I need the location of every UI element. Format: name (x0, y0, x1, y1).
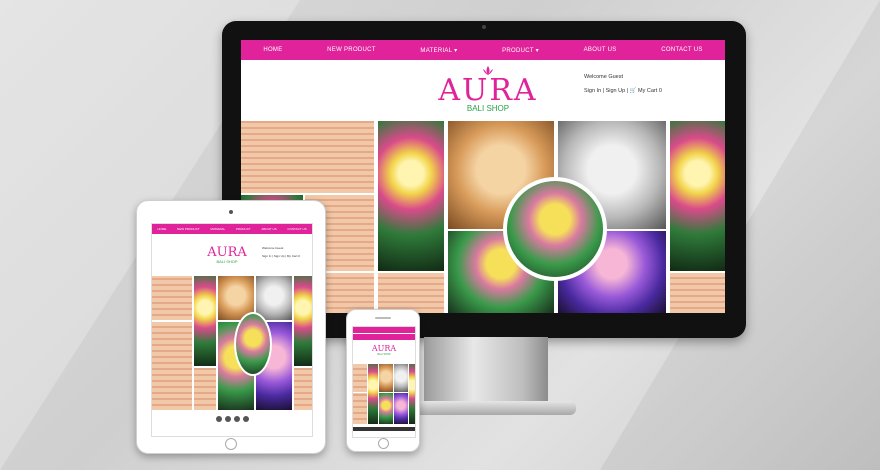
phone-nav[interactable] (353, 327, 415, 333)
product-image[interactable] (670, 121, 725, 271)
product-image[interactable] (256, 276, 292, 320)
tablet-nav-item[interactable]: PRODUCT (236, 227, 251, 231)
instagram-icon[interactable] (242, 416, 249, 422)
monitor-stand (424, 337, 548, 405)
lotus-icon (483, 66, 493, 75)
product-image[interactable] (294, 276, 312, 366)
product-image[interactable] (353, 364, 367, 392)
product-image[interactable] (379, 393, 393, 424)
tablet-welcome: Welcome Guest (262, 246, 284, 250)
product-image[interactable] (194, 276, 216, 366)
tablet-device: HOME NEW PRODUCT MATERIAL PRODUCT ABOUT … (136, 200, 326, 454)
nav-contact-us[interactable]: CONTACT US (661, 47, 702, 53)
nav-new-product[interactable]: NEW PRODUCT (327, 47, 376, 53)
site-logo[interactable]: AURA BALI SHOP (433, 66, 543, 116)
welcome-text: Welcome Guest (584, 74, 624, 80)
twitter-icon[interactable] (224, 416, 231, 422)
phone-speaker (375, 317, 391, 319)
phone-gallery (353, 364, 415, 424)
product-image[interactable] (379, 364, 393, 392)
tablet-nav-item[interactable]: MATERIAL (210, 227, 225, 231)
logo-text: AURA (438, 73, 538, 108)
tablet-logo[interactable]: AURA BALI SHOP (207, 240, 247, 264)
phone-footer-bar (353, 427, 415, 431)
webcam (482, 25, 486, 29)
phone-screen: AURA BALI SHOP (352, 326, 416, 438)
phone-logo-subtext: BALI SHOP (377, 353, 391, 356)
product-image[interactable] (378, 121, 444, 271)
product-image[interactable] (294, 368, 312, 410)
main-nav: HOME NEW PRODUCT MATERIAL ▾ PRODUCT ▾ AB… (241, 40, 725, 60)
phone-home-button[interactable] (378, 438, 389, 449)
nav-home[interactable]: HOME (263, 47, 282, 53)
nav-product[interactable]: PRODUCT ▾ (502, 47, 539, 54)
tablet-nav: HOME NEW PRODUCT MATERIAL PRODUCT ABOUT … (152, 224, 312, 234)
site-header: AURA BALI SHOP Welcome Guest Sign In | S… (241, 60, 725, 121)
featured-product-circle[interactable] (234, 312, 272, 376)
product-image[interactable] (670, 273, 725, 313)
product-image[interactable] (409, 364, 415, 424)
nav-material[interactable]: MATERIAL ▾ (420, 47, 457, 54)
phone-logo-text: AURA (371, 344, 397, 353)
tablet-nav-item[interactable]: HOME (157, 227, 166, 231)
phone-nav[interactable] (353, 334, 415, 340)
tablet-nav-item[interactable]: CONTACT US (287, 227, 306, 231)
product-image[interactable] (394, 364, 408, 392)
account-links[interactable]: Sign In | Sign Up | 🛒 My Cart 0 (584, 88, 662, 94)
product-image[interactable] (194, 368, 216, 410)
product-image[interactable] (353, 393, 367, 424)
nav-about-us[interactable]: ABOUT US (584, 47, 617, 53)
tablet-screen: HOME NEW PRODUCT MATERIAL PRODUCT ABOUT … (151, 223, 313, 437)
social-icons (152, 416, 312, 422)
monitor-base (396, 401, 576, 415)
product-image[interactable] (368, 364, 378, 424)
tablet-header: AURA BALI SHOP Welcome Guest Sign In | S… (152, 234, 312, 276)
phone-logo[interactable]: AURA BALI SHOP (353, 344, 415, 364)
product-image[interactable] (152, 276, 192, 320)
tablet-logo-text: AURA (207, 245, 247, 260)
product-image[interactable] (241, 121, 374, 193)
facebook-icon[interactable] (215, 416, 222, 422)
phone-device: AURA BALI SHOP (346, 309, 420, 452)
tablet-nav-item[interactable]: NEW PRODUCT (177, 227, 200, 231)
product-image[interactable] (378, 273, 444, 313)
tablet-account-links[interactable]: Sign In | Sign Up | My Cart 0 (262, 254, 300, 258)
tablet-nav-item[interactable]: ABOUT US (261, 227, 276, 231)
featured-product-circle[interactable] (503, 177, 607, 281)
product-image[interactable] (152, 322, 192, 410)
pinterest-icon[interactable] (233, 416, 240, 422)
tablet-camera (229, 210, 233, 214)
tablet-home-button[interactable] (225, 438, 237, 450)
product-image[interactable] (394, 393, 408, 424)
tablet-gallery (152, 276, 312, 410)
